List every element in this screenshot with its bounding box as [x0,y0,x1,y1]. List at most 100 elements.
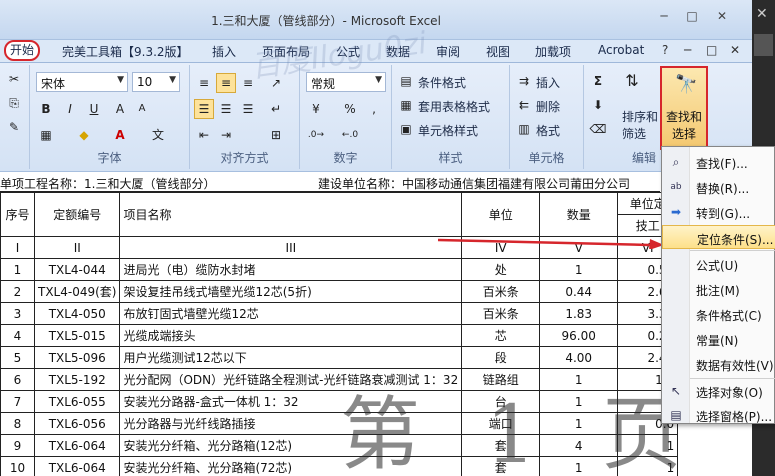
sort-filter-label-1[interactable]: 排序和 [622,108,658,125]
tab-review[interactable]: 审阅 [436,43,460,60]
table-cell-seq[interactable]: 5 [0,346,35,369]
table-cell-seq[interactable]: 3 [0,302,35,325]
menu-item-goto-special[interactable]: 定位条件(S)... [662,225,775,249]
table-cell[interactable]: II [33,236,121,259]
table-cell-code[interactable]: TXL6-055 [33,390,121,413]
align-top-icon[interactable]: ≡ [194,73,214,93]
minimize-icon[interactable]: ─ [654,8,674,24]
table-cell-code[interactable]: TXL6-064 [33,434,121,457]
table-cell-qty[interactable]: 4.00 [539,346,619,369]
table-cell-name[interactable]: 光缆成端接头 [119,324,463,347]
fill-icon[interactable]: ⬇ [588,95,608,115]
table-cell-name[interactable]: 进局光（电）缆防水封堵 [119,258,463,281]
font-shrink-icon[interactable]: A [132,99,152,119]
menu-item-goto[interactable]: ➡ 转到(G)... [662,200,775,224]
wrap-text-icon[interactable]: ↵ [266,99,286,119]
underline-button[interactable]: U [84,99,104,119]
clear-icon[interactable]: ⌫ [588,119,608,139]
sort-filter-label-2[interactable]: 筛选 [622,125,646,142]
table-cell-name[interactable]: 架设复挂吊线式墙壁光缆12芯(5折) [119,280,463,303]
table-cell-unit[interactable]: 处 [461,258,541,281]
menu-item-conditional-format[interactable]: 条件格式(C) [662,302,775,326]
table-cell-qty[interactable]: 1 [539,258,619,281]
copy-icon[interactable]: ⎘ [4,93,24,113]
phonetic-icon[interactable]: 文 [146,125,170,145]
menu-item-comments[interactable]: 批注(M) [662,277,775,301]
menu-item-selection-pane[interactable]: ▤ 选择窗格(P)... [662,403,775,427]
align-right-icon[interactable]: ☰ [238,99,258,119]
insert-cells-button[interactable]: 插入 [536,74,560,91]
header-seq[interactable]: 序号 [0,192,35,237]
table-cell-code[interactable]: TXL4-044 [33,258,121,281]
align-middle-icon[interactable]: ≡ [216,73,236,93]
maximize-icon[interactable]: □ [682,8,702,24]
table-cell-seq[interactable]: 7 [0,390,35,413]
menu-item-data-validation[interactable]: 数据有效性(V) [662,352,775,376]
comma-button[interactable]: , [364,99,384,119]
font-size-select[interactable]: 10 ▼ [132,72,180,92]
tab-addins[interactable]: 加载项 [535,43,571,60]
find-select-button[interactable]: 🔭 查找和 选择 [660,66,708,150]
delete-cells-button[interactable]: 删除 [536,98,560,115]
conditional-format-button[interactable]: 条件格式 [418,74,466,91]
format-cells-button[interactable]: 格式 [536,122,560,139]
align-center-icon[interactable]: ☰ [216,99,236,119]
table-cell-name[interactable]: 布放钉固式墙壁光缆12芯 [119,302,463,325]
format-painter-icon[interactable]: ✎ [4,117,24,137]
ribbon-restore-icon[interactable]: □ [706,43,717,57]
cell-styles-button[interactable]: 单元格样式 [418,122,478,139]
align-left-icon[interactable]: ☰ [194,99,214,119]
autosum-icon[interactable]: Σ [588,71,608,91]
cut-icon[interactable]: ✂ [4,69,24,89]
tab-acrobat[interactable]: Acrobat [598,43,644,57]
table-cell-code[interactable]: TXL5-015 [33,324,121,347]
font-color-icon[interactable]: A [110,125,130,145]
table-cell-seq[interactable]: 8 [0,412,35,435]
menu-item-select-objects[interactable]: ↖ 选择对象(O) [662,379,775,403]
increase-indent-icon[interactable]: ⇥ [216,125,236,145]
ribbon-minimize-icon[interactable]: ─ [684,43,691,57]
table-cell-seq[interactable]: 2 [0,280,35,303]
header-name[interactable]: 项目名称 [119,192,463,237]
merge-center-icon[interactable]: ⊞ [266,125,286,145]
header-code[interactable]: 定额编号 [33,192,121,237]
percent-button[interactable]: % [340,99,360,119]
font-grow-icon[interactable]: A [110,99,130,119]
tab-insert[interactable]: 插入 [212,43,236,60]
fill-color-icon[interactable]: ◆ [74,125,94,145]
bold-button[interactable]: B [36,99,56,119]
border-icon[interactable]: ▦ [36,125,56,145]
menu-item-constants[interactable]: 常量(N) [662,327,775,351]
table-cell-code[interactable]: TXL5-192 [33,368,121,391]
table-cell-seq[interactable]: 1 [0,258,35,281]
table-cell-code[interactable]: TXL4-049(套) [33,280,121,303]
italic-button[interactable]: I [60,99,80,119]
decrease-indent-icon[interactable]: ⇤ [194,125,214,145]
close-icon[interactable]: ✕ [756,6,768,22]
table-cell-qty[interactable]: 96.00 [539,324,619,347]
menu-item-find[interactable]: ⌕ 查找(F)... [662,150,775,174]
table-cell-unit[interactable]: 段 [461,346,541,369]
menu-item-replace[interactable]: ab 替换(R)... [662,175,775,199]
tab-home[interactable]: 开始 [4,40,41,61]
tab-perfect-toolbox[interactable]: 完美工具箱【9.3.2版】 [62,43,189,60]
header-qty[interactable]: 数量 [539,192,619,237]
table-cell-seq[interactable]: 9 [0,434,35,457]
decrease-decimal-icon[interactable]: ←.0 [340,125,360,145]
increase-decimal-icon[interactable]: .0→ [306,125,326,145]
table-cell[interactable]: III [119,236,463,259]
ribbon-close-icon[interactable]: ✕ [730,43,740,57]
table-cell[interactable]: I [0,236,35,259]
table-cell-unit[interactable]: 芯 [461,324,541,347]
table-cell-code[interactable]: TXL5-096 [33,346,121,369]
table-cell-qty[interactable]: 0.44 [539,280,619,303]
header-unit[interactable]: 单位 [461,192,541,237]
table-cell-code[interactable]: TXL6-056 [33,412,121,435]
format-as-table-button[interactable]: 套用表格格式 [418,98,490,115]
table-cell-code[interactable]: TXL4-050 [33,302,121,325]
table-cell-code[interactable]: TXL6-064 [33,456,121,476]
table-cell-seq[interactable]: 10 [0,456,35,476]
tab-view[interactable]: 视图 [486,43,510,60]
table-cell-unit[interactable]: 百米条 [461,280,541,303]
table-cell-unit[interactable]: 百米条 [461,302,541,325]
